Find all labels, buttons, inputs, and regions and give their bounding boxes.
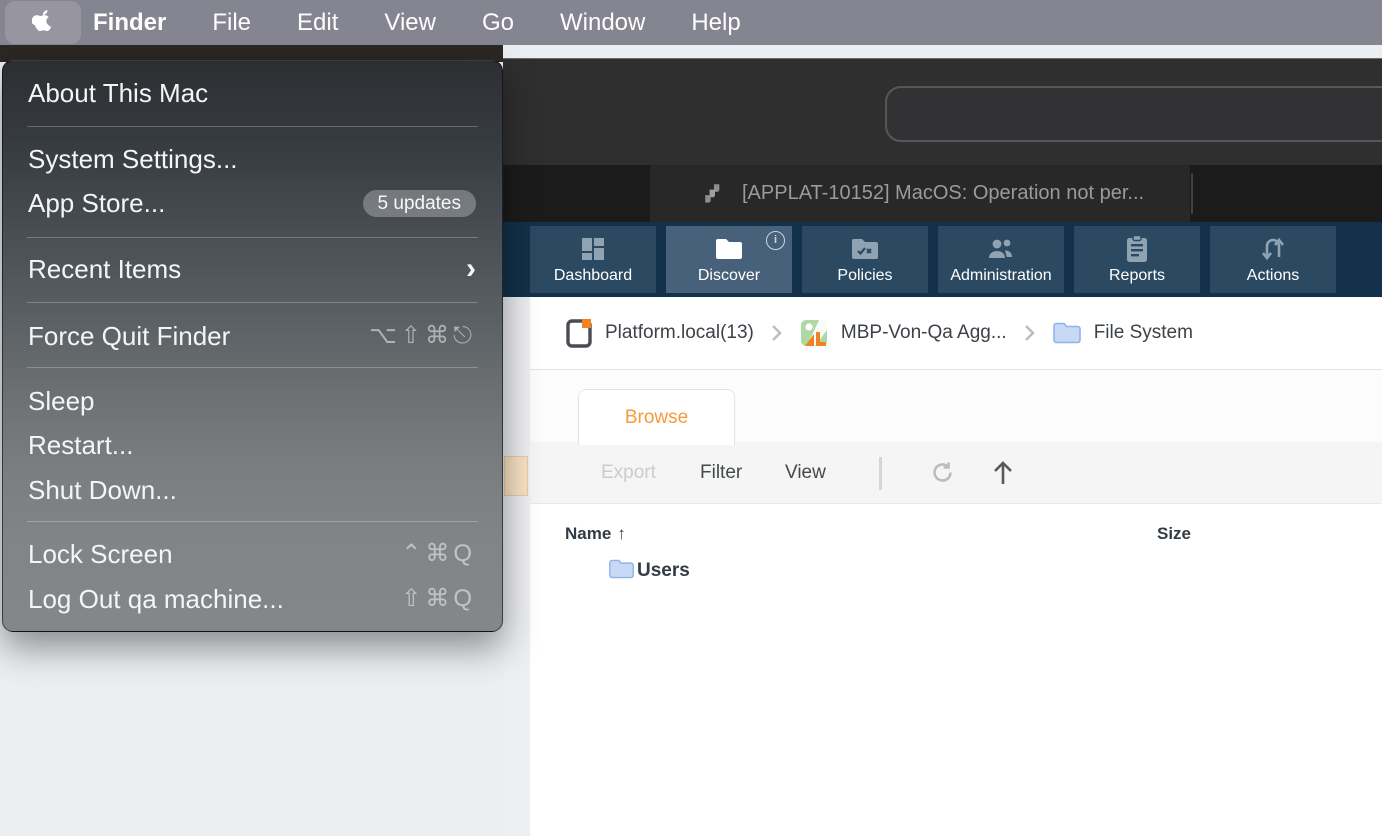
nav-tab-label: Administration (950, 267, 1052, 284)
keyboard-shortcut: ⌃⌘Q (401, 540, 476, 567)
menu-item-app-store[interactable]: App Store... 5 updates (3, 183, 502, 223)
browser-tab-jira[interactable]: [APPLAT-10152] MacOS: Operation not per.… (650, 165, 1190, 222)
menu-item-restart[interactable]: Restart... (3, 425, 502, 465)
menu-item-label: Lock Screen (28, 539, 173, 569)
breadcrumb: Platform.local(13) MBP-Von-Qa Agg... Fil… (530, 297, 1382, 370)
menu-item-go[interactable]: Go (459, 9, 537, 37)
view-button[interactable]: View (785, 442, 826, 503)
menu-item-file[interactable]: File (189, 9, 274, 37)
breadcrumb-label: MBP-Von-Qa Agg... (840, 322, 1007, 343)
menu-item-system-settings[interactable]: System Settings... (3, 139, 502, 179)
filter-button[interactable]: Filter (700, 442, 742, 503)
menu-item-label: Recent Items (28, 254, 182, 284)
nav-tab-reports[interactable]: Reports (1074, 226, 1200, 293)
menu-item-label: App Store... (28, 188, 166, 218)
clipboard-icon (1125, 234, 1149, 264)
tab-separator (1191, 173, 1193, 214)
menu-item-sleep[interactable]: Sleep (3, 381, 502, 421)
nav-tab-administration[interactable]: Administration (938, 226, 1064, 293)
menu-item-window[interactable]: Window (537, 9, 668, 37)
menu-bar-items: Finder File Edit View Go Window Help (93, 9, 764, 37)
menu-item-log-out[interactable]: Log Out qa machine... ⇧⌘Q (3, 579, 502, 619)
menu-item-view[interactable]: View (361, 9, 459, 37)
apple-menu-button[interactable] (5, 1, 81, 44)
menu-item-label: Log Out qa machine... (28, 584, 284, 614)
chevron-right-icon (770, 323, 783, 343)
info-icon[interactable]: i (766, 231, 785, 250)
breadcrumb-label: Platform.local(13) (605, 322, 754, 343)
macos-device-icon (800, 320, 827, 346)
keyboard-shortcut: ⌥⇧⌘⎋ (369, 322, 476, 349)
up-directory-button[interactable] (992, 442, 1014, 503)
sort-asc-icon: ↑ (617, 524, 626, 543)
actions-swap-icon (1259, 234, 1287, 264)
nav-tab-label: Dashboard (553, 267, 633, 284)
toolbar-divider (879, 457, 882, 490)
menu-bar: Finder File Edit View Go Window Help (0, 0, 1382, 45)
menu-separator (27, 237, 478, 238)
browser-tab-title: [APPLAT-10152] MacOS: Operation not per.… (742, 182, 1145, 204)
menu-item-label: Force Quit Finder (28, 321, 231, 351)
menu-separator (27, 302, 478, 303)
nav-tab-actions[interactable]: Actions (1210, 226, 1336, 293)
nav-tab-discover[interactable]: i Discover (666, 226, 792, 293)
left-gutter (503, 297, 530, 836)
device-icon (566, 319, 592, 348)
menu-item-finder[interactable]: Finder (93, 9, 189, 37)
tab-browse[interactable]: Browse (578, 389, 735, 445)
menu-item-recent-items[interactable]: Recent Items › (3, 249, 502, 289)
nav-tab-label: Policies (837, 267, 893, 284)
menu-item-force-quit[interactable]: Force Quit Finder ⌥⇧⌘⎋ (3, 316, 502, 356)
menu-item-help[interactable]: Help (668, 9, 763, 37)
breadcrumb-platform[interactable]: Platform.local(13) (565, 317, 754, 349)
breadcrumb-device[interactable]: MBP-Von-Qa Agg... (799, 318, 1007, 348)
folder-icon (1052, 322, 1081, 344)
menu-separator (27, 367, 478, 368)
refresh-button[interactable] (930, 442, 955, 503)
app-nav-bar: Dashboard i Discover Policies Administra… (503, 222, 1382, 297)
menu-separator (27, 521, 478, 522)
refresh-icon (933, 462, 952, 482)
submenu-chevron-icon: › (466, 252, 476, 285)
table-row[interactable]: Users (530, 554, 1382, 588)
keyboard-shortcut: ⇧⌘Q (401, 585, 476, 612)
folder-icon (714, 234, 744, 264)
menu-item-edit[interactable]: Edit (274, 9, 361, 37)
browser-tab-strip: [APPLAT-10152] MacOS: Operation not per.… (503, 165, 1382, 222)
breadcrumb-label: File System (1093, 322, 1193, 343)
apple-dropdown-menu: About This Mac System Settings... App St… (2, 60, 503, 632)
updates-badge: 5 updates (362, 189, 476, 217)
peach-marker (504, 456, 528, 496)
menu-item-about-this-mac[interactable]: About This Mac (3, 73, 502, 113)
chevron-right-icon (1023, 323, 1036, 343)
content-tab-row: Browse (530, 370, 1382, 445)
folder-icon (608, 558, 635, 585)
toolbar: Export Filter View (530, 441, 1382, 504)
browser-address-bar[interactable] (885, 86, 1382, 142)
table-header: Name ↑ Size (530, 518, 1382, 554)
browser-chrome (503, 58, 1382, 166)
nav-tab-label: Actions (1246, 267, 1300, 284)
menu-item-shut-down[interactable]: Shut Down... (3, 470, 502, 510)
menu-separator (27, 126, 478, 127)
browser-window: [APPLAT-10152] MacOS: Operation not per.… (503, 58, 1382, 836)
jira-icon (705, 183, 720, 203)
dashboard-icon (580, 234, 606, 264)
column-header-size[interactable]: Size (1157, 524, 1191, 544)
column-header-name[interactable]: Name ↑ (565, 524, 626, 544)
arrow-up-icon (994, 460, 1012, 484)
menu-item-lock-screen[interactable]: Lock Screen ⌃⌘Q (3, 534, 502, 574)
export-button[interactable]: Export (601, 442, 656, 503)
nav-tab-label: Discover (697, 267, 761, 284)
nav-tab-policies[interactable]: Policies (802, 226, 928, 293)
nav-tab-dashboard[interactable]: Dashboard (530, 226, 656, 293)
nav-tab-label: Reports (1108, 267, 1166, 284)
main-content: Platform.local(13) MBP-Von-Qa Agg... Fil… (530, 297, 1382, 836)
apple-icon (32, 10, 52, 32)
row-name: Users (637, 560, 690, 581)
breadcrumb-file-system[interactable]: File System (1052, 321, 1193, 345)
users-icon (986, 234, 1016, 264)
column-label: Name (565, 524, 612, 543)
policies-folder-icon (850, 234, 880, 264)
